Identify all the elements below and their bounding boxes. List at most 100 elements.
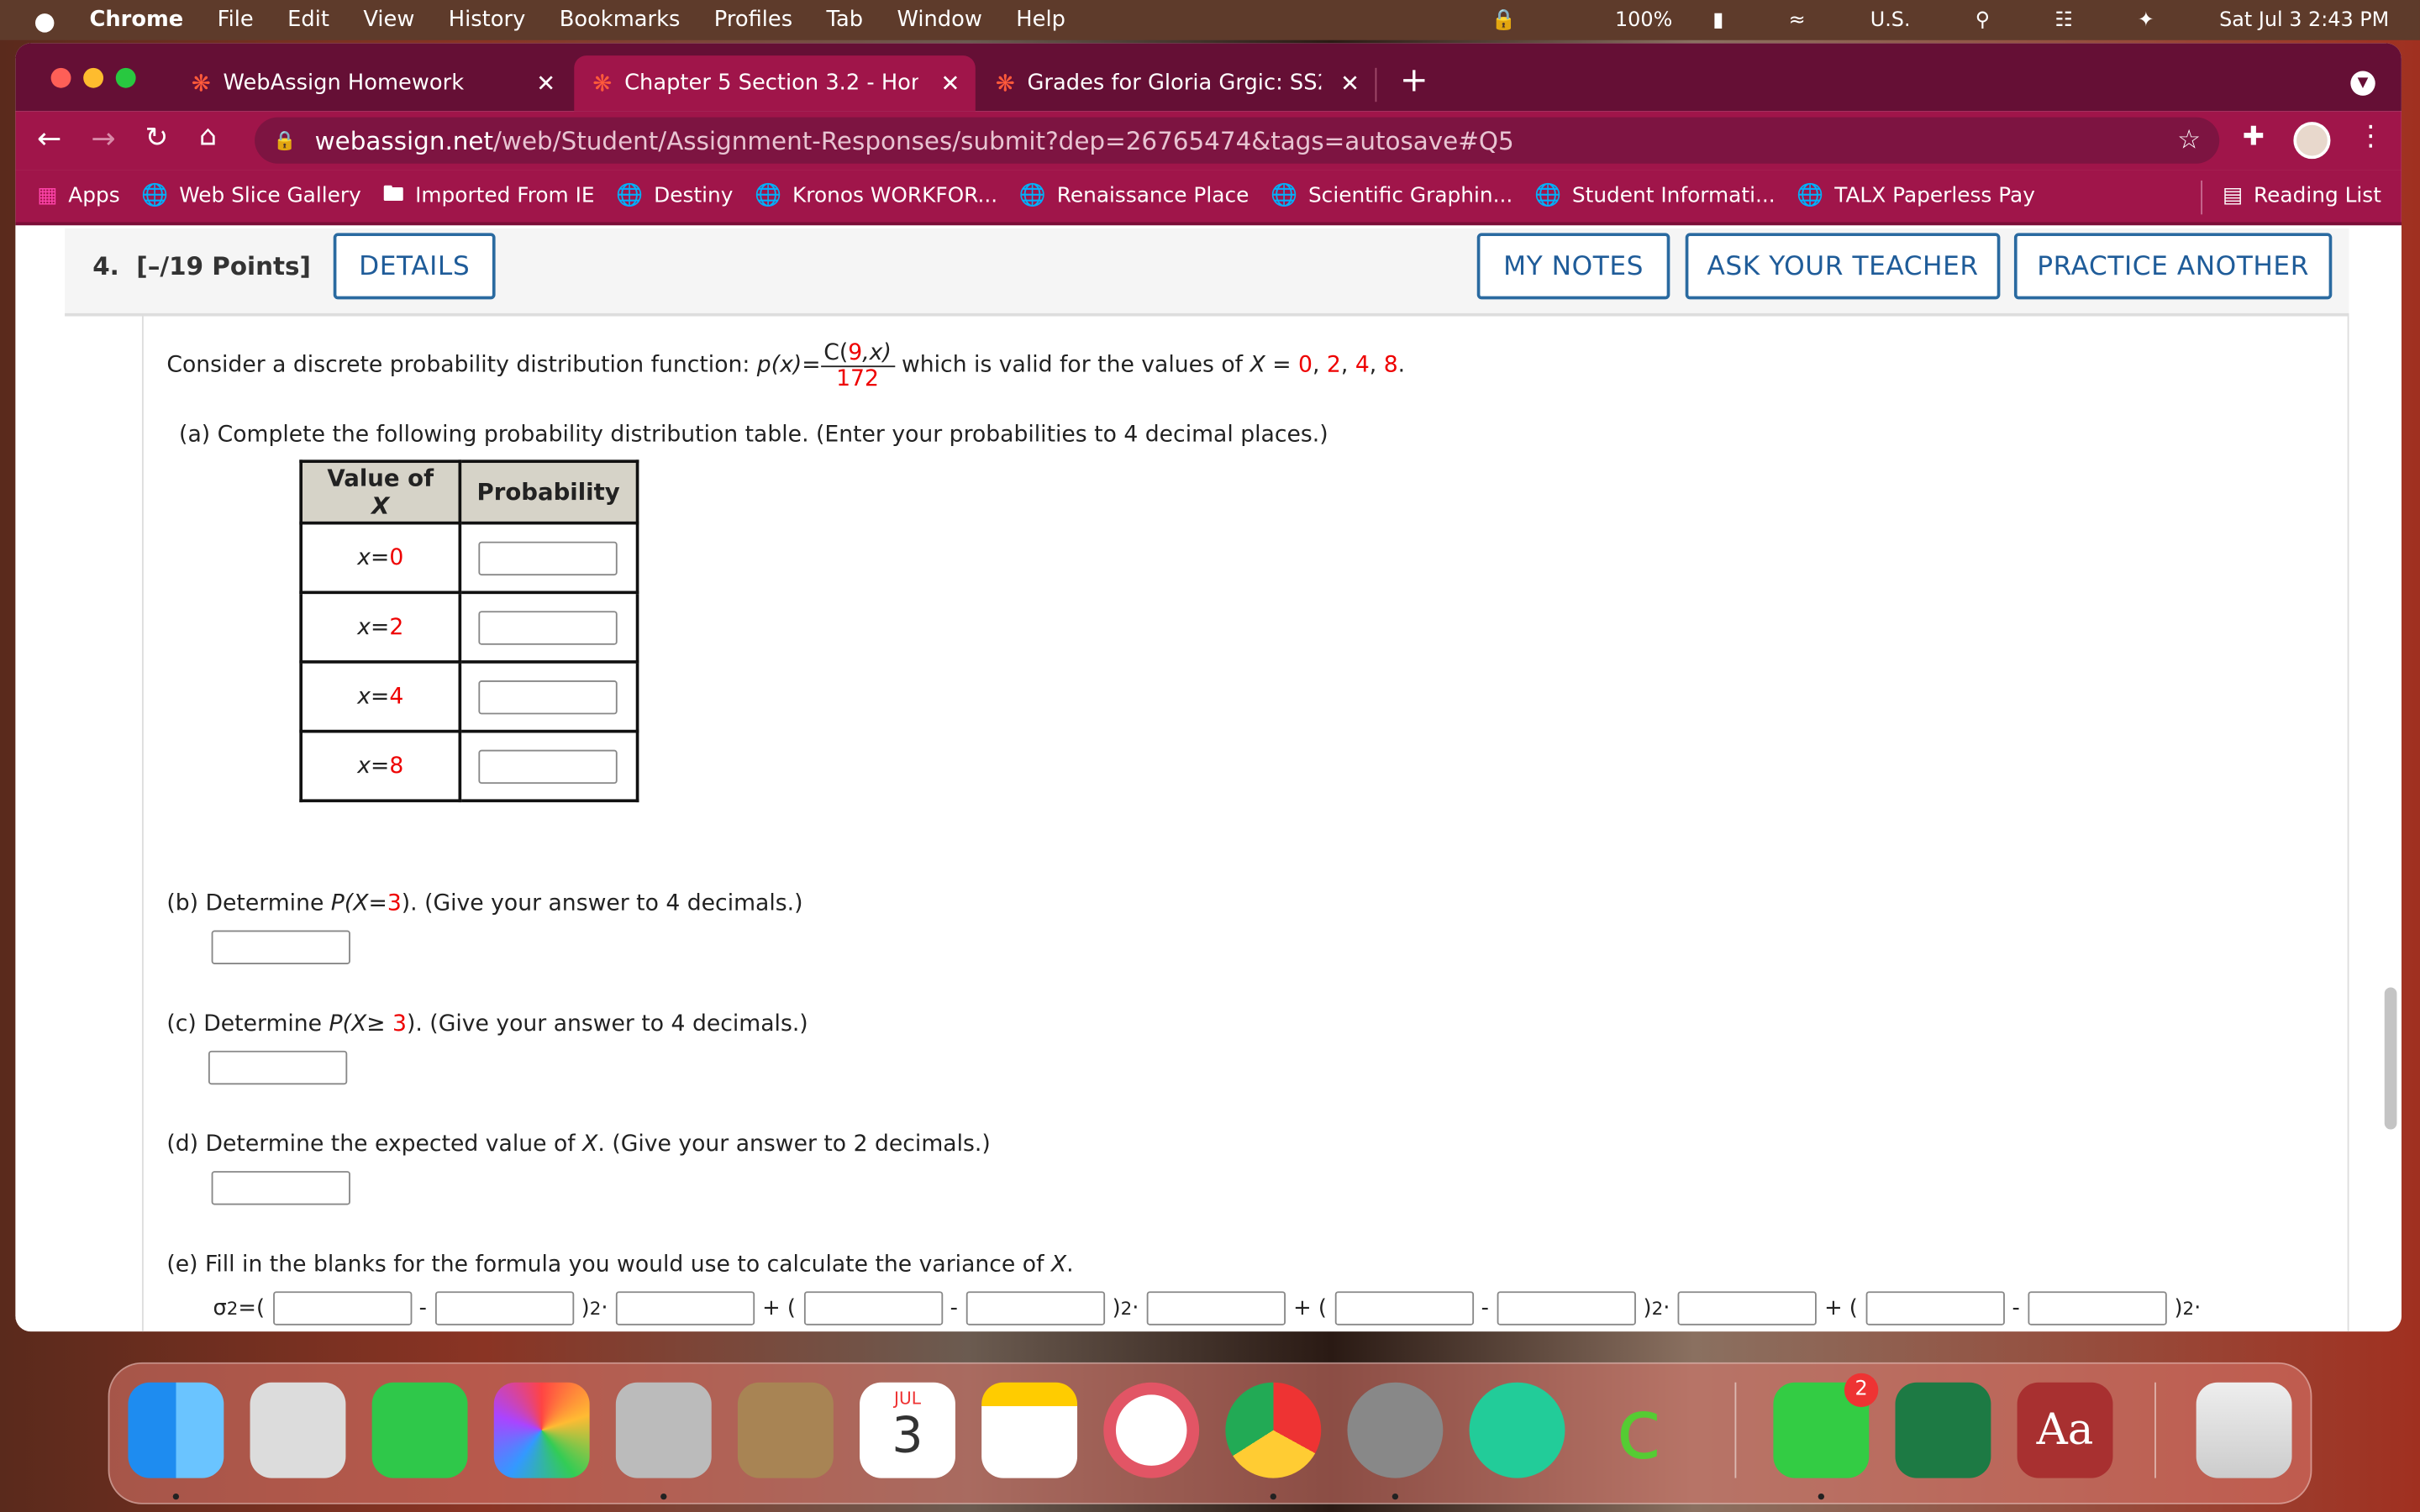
menu-window[interactable]: Window [897,8,981,32]
tab-grades[interactable]: ❋ Grades for Gloria Grgic: SS21-M ✕ [977,55,1376,111]
variance-mean-input-1[interactable] [434,1291,574,1326]
variance-x-input-4[interactable] [1865,1291,2005,1326]
activity-ring-icon[interactable] [1103,1382,1200,1478]
finder-icon[interactable] [128,1382,224,1478]
system-preferences-icon[interactable] [1347,1382,1444,1478]
reading-list-button[interactable]: ▤ Reading List [2223,184,2381,208]
reload-icon[interactable]: ↻ [145,122,169,155]
facetime-icon[interactable] [371,1382,468,1478]
lock-icon[interactable]: 🔒 [1491,8,1517,32]
scrollbar[interactable] [2384,987,2397,1130]
bookmark-destiny[interactable]: 🌐 Destiny [616,184,733,208]
variance-prob-input-3[interactable] [1677,1291,1817,1326]
bookmark-label: Destiny [654,183,734,208]
extensions-icon[interactable]: ✚ [2243,122,2265,153]
photos-icon[interactable] [493,1382,590,1478]
tab-search-icon[interactable]: ▼ [2350,71,2375,96]
launchpad-icon[interactable] [250,1382,346,1478]
datetime[interactable]: Sat Jul 3 2:43 PM [2219,8,2389,32]
menu-history[interactable]: History [449,8,525,32]
part-d-input[interactable] [211,1171,350,1205]
search-icon[interactable]: ⚲ [1975,8,1991,32]
siri-icon[interactable]: ✦ [2138,8,2154,32]
back-icon[interactable]: ← [37,122,61,155]
variance-prob-input-2[interactable] [1146,1291,1286,1326]
ask-your-teacher-button[interactable]: ASK YOUR TEACHER [1685,233,2001,300]
menu-edit[interactable]: Edit [287,8,329,32]
close-window-button[interactable] [50,67,71,88]
battery-status[interactable]: 100% ▮ [1581,8,1723,32]
bookmark-web-slice-gallery[interactable]: 🌐 Web Slice Gallery [141,184,360,208]
variance-mean-input-3[interactable] [1497,1291,1636,1326]
practice-another-button[interactable]: PRACTICE ANOTHER [2013,233,2333,300]
trash-icon[interactable] [2196,1382,2292,1478]
bookmark-student-information[interactable]: 🌐 Student Informati... [1534,184,1776,208]
battery-percent: 100% [1614,8,1673,32]
bookmark-label: Student Informati... [1571,183,1776,208]
bookmark-star-icon[interactable]: ☆ [2177,125,2201,156]
close-paren: ) [2174,1295,2183,1321]
excel-icon[interactable] [1895,1382,1991,1478]
header-probability: Probability [458,459,639,525]
bookmark-imported-from-ie[interactable]: 🖿 Imported From IE [383,177,595,214]
menu-help[interactable]: Help [1016,8,1065,32]
probability-input-x8[interactable] [478,748,618,784]
globe-icon: 🌐 [755,183,782,208]
profile-avatar[interactable] [2293,122,2331,160]
bookmark-kronos[interactable]: 🌐 Kronos WORKFOR... [755,184,997,208]
close-tab-icon[interactable]: ✕ [536,70,555,97]
calculator-icon[interactable] [615,1382,712,1478]
menu-app-chrome[interactable]: Chrome [89,8,183,32]
globe-icon: 🌐 [1018,183,1046,208]
multiply-dot: · [1132,1295,1139,1321]
zoom-window-button[interactable] [115,67,136,88]
control-center-icon[interactable]: ☷ [2054,8,2072,32]
bookmark-talx[interactable]: 🌐 TALX Paperless Pay [1797,184,2035,208]
forward-icon[interactable]: → [91,122,115,155]
details-button[interactable]: DETAILS [333,233,496,300]
probability-input-x0[interactable] [478,540,618,575]
close-tab-icon[interactable]: ✕ [940,70,960,97]
apple-icon[interactable]: ● [34,5,55,34]
variance-mean-input-2[interactable] [965,1291,1105,1326]
part-b-input[interactable] [211,930,350,964]
cricut-icon[interactable]: c [1591,1382,1687,1478]
my-notes-button[interactable]: MY NOTES [1476,233,1670,300]
dock-divider [1734,1382,1737,1478]
more-menu-icon[interactable]: ⋮ [2357,120,2385,153]
new-tab-icon[interactable]: + [1400,61,1428,100]
probability-input-x2[interactable] [478,610,618,644]
tab-chapter-5-section[interactable]: ❋ Chapter 5 Section 3.2 - Homew ✕ [574,55,976,112]
input-source[interactable]: U.S. [1870,8,1911,32]
menu-file[interactable]: File [218,8,254,32]
notes-icon[interactable] [981,1382,1078,1478]
calendar-icon[interactable]: JUL 3 [860,1382,955,1478]
home-icon[interactable]: ⌂ [199,120,217,153]
minimize-window-button[interactable] [83,67,104,88]
menu-profiles[interactable]: Profiles [714,8,792,32]
menu-bookmarks[interactable]: Bookmarks [560,8,681,32]
bookmark-apps[interactable]: ▦ Apps [37,184,120,208]
part-c-input[interactable] [208,1050,348,1085]
variance-x-input-2[interactable] [803,1291,943,1326]
contacts-icon[interactable] [737,1382,834,1478]
wifi-icon[interactable]: ≈ [1789,8,1806,32]
menu-tab[interactable]: Tab [827,8,864,32]
variance-x-input-3[interactable] [1334,1291,1474,1326]
variance-prob-input-1[interactable] [615,1291,755,1326]
tab-webassign-homework[interactable]: ❋ WebAssign Homework ✕ [173,55,571,111]
bookmark-scientific-graphing[interactable]: 🌐 Scientific Graphin... [1270,184,1512,208]
messages-icon[interactable]: 2 [1773,1373,1879,1478]
variance-x-input-1[interactable] [272,1291,412,1326]
find-my-icon[interactable] [1469,1382,1565,1478]
bug-icon: ❋ [592,69,613,97]
close-tab-icon[interactable]: ✕ [1340,70,1360,97]
bookmark-renaissance-place[interactable]: 🌐 Renaissance Place [1019,184,1249,208]
menu-view[interactable]: View [363,8,414,32]
dictionary-icon[interactable]: Aa [2017,1382,2113,1478]
probability-input-x4[interactable] [478,680,618,714]
address-bar[interactable]: 🔒 webassign.net/web/Student/Assignment-R… [255,117,2220,164]
prompt-text: ). (Give your answer to 4 decimals.) [401,891,803,917]
variance-mean-input-4[interactable] [2028,1291,2167,1326]
chrome-icon[interactable] [1225,1382,1322,1478]
